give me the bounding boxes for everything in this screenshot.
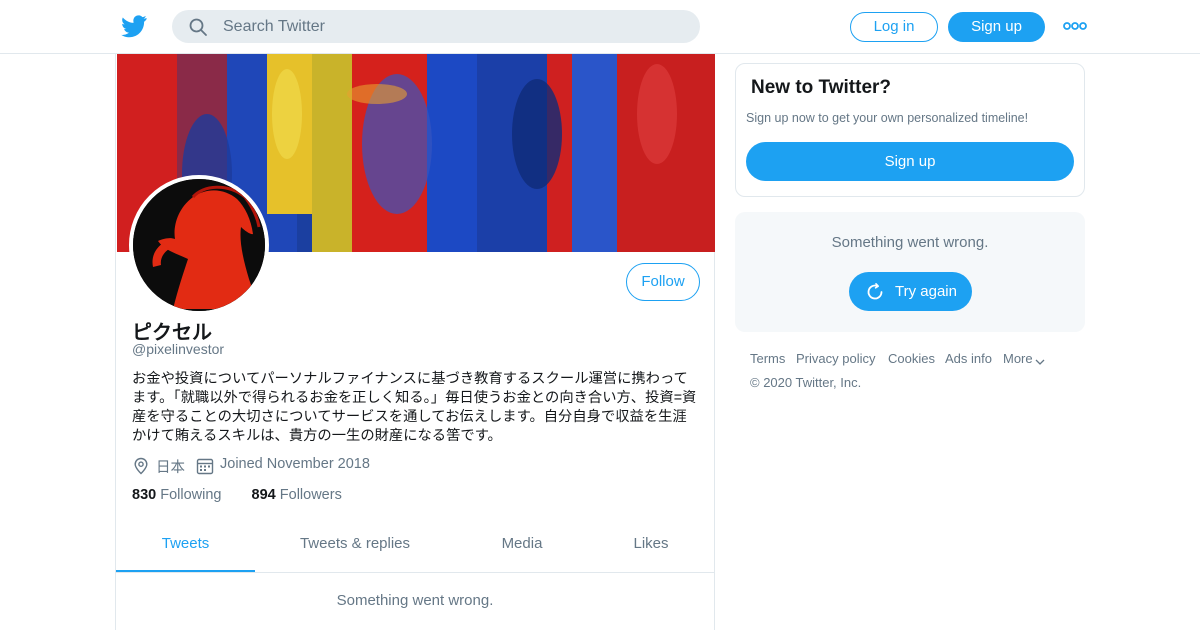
refresh-icon	[867, 283, 883, 300]
more-dots-icon[interactable]	[1063, 18, 1087, 34]
followers-label: Followers	[279, 487, 342, 503]
profile-bio: お金や投資についてパーソナルファイナンスに基づき教育するスクール運営に携わってま…	[132, 371, 697, 444]
calendar-icon	[196, 458, 214, 475]
profile-column: Follow ピクセル @pixelinvestor お金や投資についてパーソナ…	[115, 54, 715, 630]
search-icon	[189, 18, 207, 36]
footer-link-privacy-policy[interactable]: Privacy policy	[796, 351, 875, 366]
profile-location: 日本	[156, 460, 185, 476]
following-label: Following	[160, 487, 222, 503]
footer-link-ads-info[interactable]: Ads info	[945, 351, 992, 366]
chevron-down-icon	[1035, 359, 1045, 365]
followers-count: 894	[251, 487, 276, 503]
new-to-twitter-card: New to Twitter? Sign up now to get your …	[735, 63, 1085, 197]
followers-link[interactable]: 894 Followers	[252, 487, 342, 503]
login-button[interactable]: Log in	[850, 12, 938, 42]
following-count: 830	[132, 487, 157, 503]
footer-link-more[interactable]: More	[1003, 351, 1033, 366]
tab-media[interactable]: Media	[482, 518, 562, 572]
following-link[interactable]: 830 Following	[132, 487, 226, 503]
location-pin-icon	[134, 457, 148, 475]
avatar[interactable]	[129, 175, 269, 315]
profile-stats: 830 Following 894 Followers	[132, 487, 342, 503]
top-navigation-bar: Search Twitter Log in Sign up	[0, 0, 1200, 54]
sidebar-error-message: Something went wrong.	[831, 234, 989, 251]
tab-tweets-and-replies[interactable]: Tweets & replies	[280, 518, 430, 572]
search-input[interactable]: Search Twitter	[223, 18, 325, 36]
sidebar-signup-button[interactable]: Sign up	[746, 142, 1074, 181]
footer-copyright: © 2020 Twitter, Inc.	[750, 375, 862, 390]
tab-tweets[interactable]: Tweets	[116, 518, 255, 572]
new-to-twitter-title: New to Twitter?	[751, 77, 892, 98]
search-bar[interactable]: Search Twitter	[172, 10, 700, 43]
footer-link-terms[interactable]: Terms	[750, 351, 785, 366]
follow-button[interactable]: Follow	[626, 263, 700, 301]
new-to-twitter-subtitle: Sign up now to get your own personalized…	[746, 111, 1029, 125]
try-again-button[interactable]: Try again	[849, 272, 972, 311]
sidebar-error-card: Something went wrong. Try again	[735, 212, 1085, 332]
try-again-label: Try again	[895, 283, 957, 300]
tab-likes[interactable]: Likes	[616, 518, 686, 572]
profile-handle[interactable]: @pixelinvestor	[132, 341, 224, 357]
profile-joined-date: Joined November 2018	[220, 456, 370, 472]
signup-button[interactable]: Sign up	[948, 12, 1045, 42]
twitter-bird-icon[interactable]	[120, 13, 148, 39]
footer-link-cookies[interactable]: Cookies	[888, 351, 935, 366]
timeline-error-message: Something went wrong.	[336, 592, 494, 609]
profile-tabs: Tweets Tweets & replies Media Likes	[116, 518, 714, 573]
